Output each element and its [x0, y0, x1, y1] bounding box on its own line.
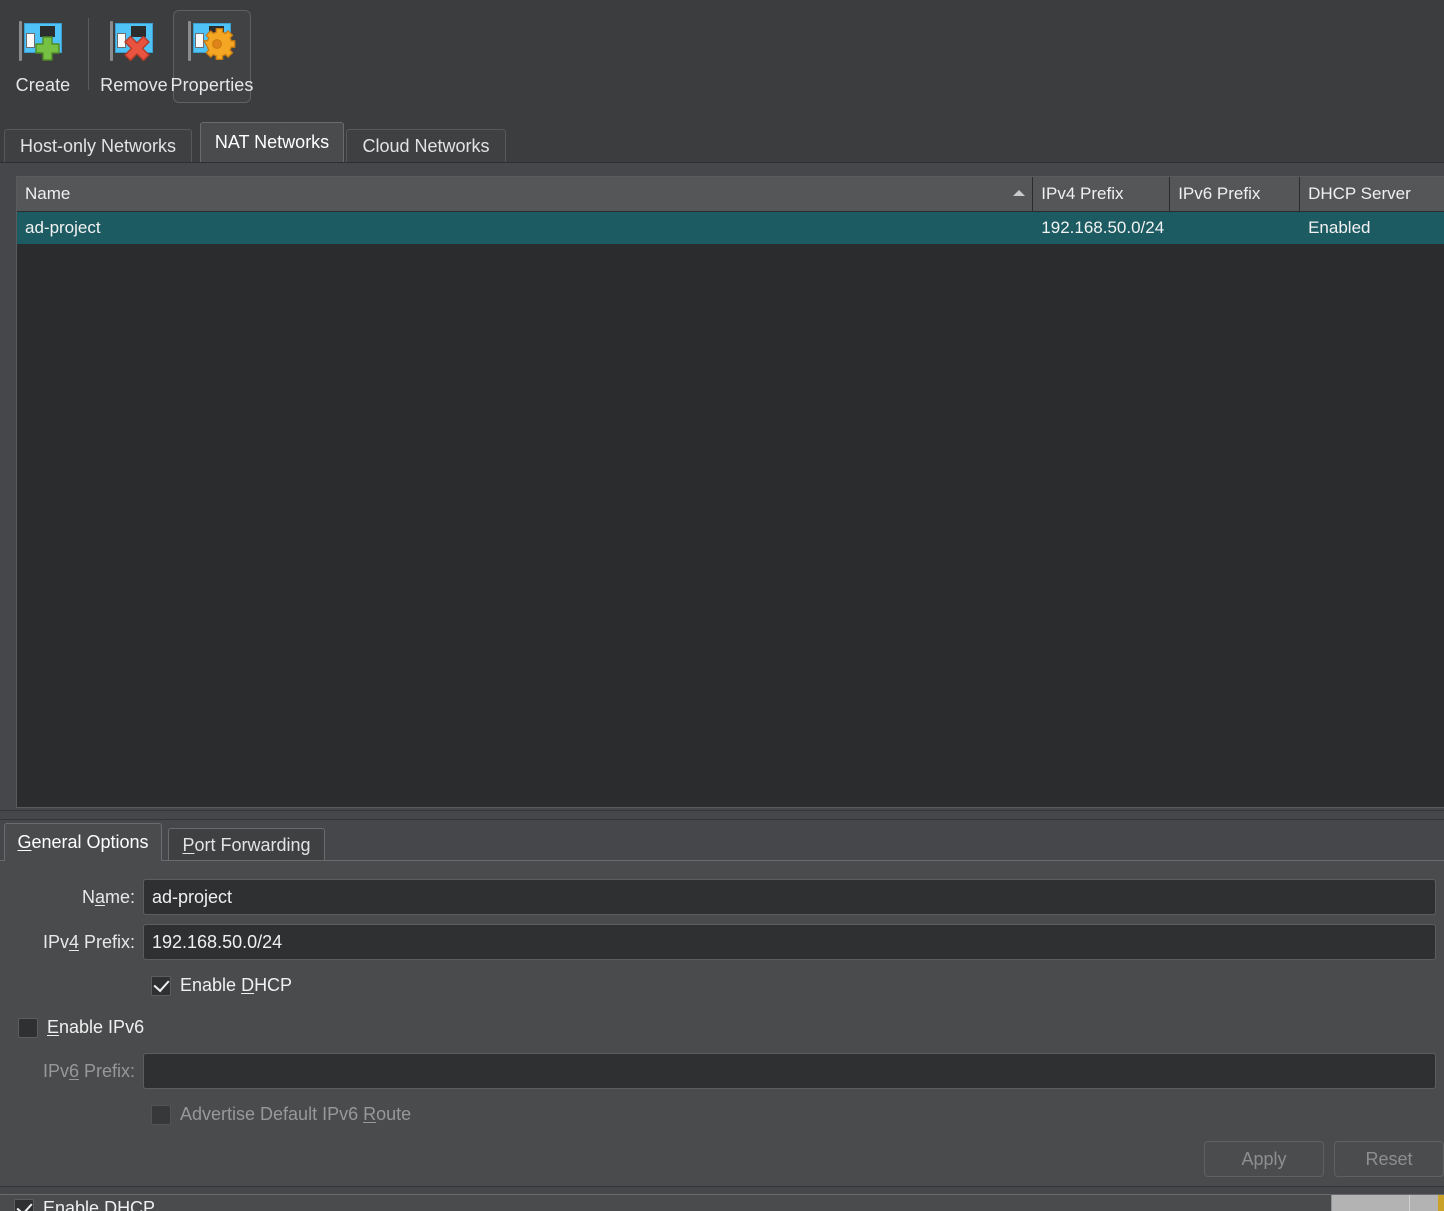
table-header-row: Name IPv4 Prefix IPv6 Prefix DHCP Server	[17, 177, 1444, 212]
check-icon	[153, 975, 170, 992]
tab-port-forwarding-label: ort Forwarding	[194, 834, 311, 855]
enable-dhcp-checkbox-row[interactable]: Enable DHCP	[151, 975, 292, 996]
column-header-name[interactable]: Name	[17, 177, 1034, 211]
ipv6-prefix-field-row: IPv6 Prefix:	[0, 1053, 1444, 1089]
ipv4-prefix-field-row: IPv4 Prefix: 192.168.50.0/24	[0, 924, 1444, 960]
general-options-panel: Name: ad-project IPv4 Prefix: 192.168.50…	[0, 860, 1444, 1186]
tab-host-only-networks[interactable]: Host-only Networks	[4, 129, 192, 162]
ipv4-prefix-field-label: IPv4 Prefix:	[42, 931, 135, 952]
enable-ipv6-label: Enable IPv6	[47, 1017, 145, 1037]
network-remove-icon	[108, 17, 160, 67]
column-header-ipv4-prefix[interactable]: IPv4 Prefix	[1033, 177, 1171, 211]
overflow-panel	[0, 1194, 1444, 1211]
toolbar-separator	[88, 18, 89, 90]
name-field-label: Name:	[81, 886, 135, 907]
overflow-enable-dhcp-checkbox-row[interactable]: Enable DHCP	[14, 1198, 155, 1211]
column-header-ipv6-prefix[interactable]: IPv6 Prefix	[1170, 177, 1301, 211]
remove-button[interactable]: Remove	[95, 10, 173, 103]
enable-ipv6-checkbox-row[interactable]: Enable IPv6	[18, 1017, 144, 1038]
network-add-icon	[17, 17, 69, 67]
tab-port-forwarding-mnemonic: P	[182, 834, 195, 855]
toolbar: Create Remove Properties	[0, 0, 1444, 119]
cell-name: ad-project	[25, 218, 101, 237]
tab-general-options-mnemonic: G	[17, 832, 32, 852]
nat-networks-table: Name IPv4 Prefix IPv6 Prefix DHCP Server…	[16, 176, 1444, 808]
ipv6-prefix-field-label: IPv6 Prefix:	[42, 1060, 135, 1081]
enable-dhcp-label: Enable DHCP	[180, 975, 293, 995]
tab-cloud-networks[interactable]: Cloud Networks	[346, 129, 506, 162]
column-header-dhcp-server[interactable]: DHCP Server	[1300, 177, 1444, 211]
overflow-accent-marker	[1438, 1195, 1444, 1211]
properties-button-label: Properties	[170, 75, 254, 95]
tab-port-forwarding[interactable]: Port Forwarding	[168, 828, 325, 861]
table-empty-area	[17, 244, 1444, 807]
reset-button[interactable]: Reset	[1334, 1141, 1444, 1177]
apply-button[interactable]: Apply	[1204, 1141, 1324, 1177]
advertise-default-ipv6-route-label: Advertise Default IPv6 Route	[180, 1104, 412, 1124]
panel-splitter[interactable]	[0, 810, 1444, 820]
overflow-enable-dhcp-label: Enable DHCP	[43, 1198, 156, 1211]
network-properties-icon	[186, 17, 238, 67]
enable-ipv6-checkbox[interactable]	[18, 1017, 38, 1038]
cell-ipv6-prefix	[1170, 212, 1300, 244]
table-row[interactable]: ad-project 192.168.50.0/24 Enabled	[17, 212, 1444, 244]
overflow-enable-dhcp-checkbox[interactable]	[14, 1198, 34, 1211]
advertise-default-ipv6-route-checkbox-row[interactable]: Advertise Default IPv6 Route	[151, 1104, 411, 1125]
network-type-tabs: Host-only Networks NAT Networks Cloud Ne…	[0, 119, 1444, 163]
tab-general-options[interactable]: General Options	[4, 823, 162, 861]
check-icon	[16, 1198, 33, 1211]
details-tabs: General Options Port Forwarding	[0, 823, 1444, 861]
name-field-row: Name: ad-project	[0, 879, 1444, 915]
cell-ipv4-prefix: 192.168.50.0/24	[1041, 218, 1165, 237]
create-button-label: Create	[15, 75, 71, 95]
ipv4-prefix-input[interactable]: 192.168.50.0/24	[143, 924, 1436, 960]
bottom-overflow-strip: Enable DHCP	[0, 1186, 1444, 1211]
create-button[interactable]: Create	[4, 10, 82, 103]
sort-ascending-icon	[1013, 190, 1026, 196]
properties-button[interactable]: Properties	[170, 10, 254, 103]
network-manager-window: Create Remove Properties Host-only Netwo…	[0, 0, 1444, 1211]
ipv6-prefix-input[interactable]	[143, 1053, 1436, 1089]
tab-nat-networks[interactable]: NAT Networks	[200, 122, 344, 162]
cell-dhcp-server: Enabled	[1308, 218, 1371, 237]
overflow-scrollbar[interactable]	[1331, 1195, 1444, 1211]
advertise-default-ipv6-route-checkbox[interactable]	[151, 1104, 171, 1125]
enable-dhcp-checkbox[interactable]	[151, 975, 171, 996]
remove-button-label: Remove	[100, 75, 168, 95]
name-input[interactable]: ad-project	[143, 879, 1436, 915]
tab-general-options-label: eneral Options	[31, 832, 149, 852]
